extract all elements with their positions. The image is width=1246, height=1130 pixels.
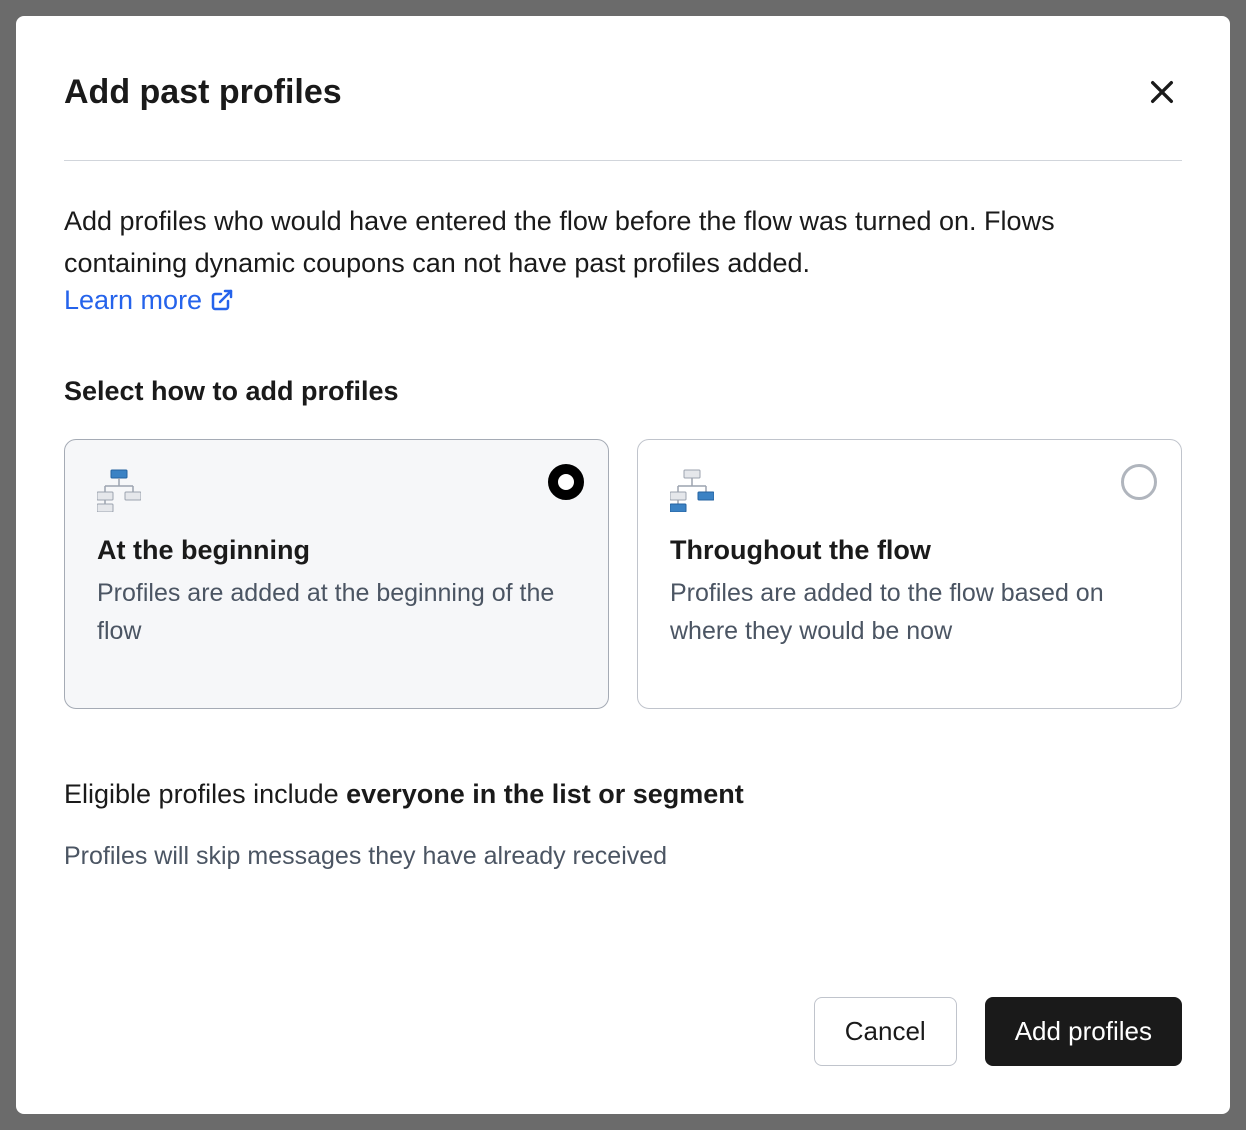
modal-title: Add past profiles (64, 73, 342, 112)
options-grid: At the beginning Profiles are added at t… (64, 439, 1182, 709)
option-throughout-flow[interactable]: Throughout the flow Profiles are added t… (637, 439, 1182, 709)
skip-note: Profiles will skip messages they have al… (64, 842, 1182, 871)
option-description: Profiles are added at the beginning of t… (97, 574, 576, 652)
modal-header: Add past profiles (64, 72, 1182, 161)
add-past-profiles-modal: Add past profiles Add profiles who would… (16, 16, 1230, 1114)
cancel-button[interactable]: Cancel (814, 997, 957, 1066)
external-link-icon (210, 288, 234, 312)
add-profiles-button[interactable]: Add profiles (985, 997, 1182, 1066)
learn-more-label: Learn more (64, 285, 202, 316)
learn-more-link[interactable]: Learn more (64, 285, 234, 316)
modal-body: Add profiles who would have entered the … (64, 161, 1182, 997)
flow-throughout-icon (670, 468, 714, 512)
close-button[interactable] (1142, 72, 1182, 112)
modal-description: Add profiles who would have entered the … (64, 201, 1182, 285)
flow-beginning-icon (97, 468, 141, 512)
eligible-prefix: Eligible profiles include (64, 779, 346, 809)
option-title: At the beginning (97, 535, 576, 566)
option-title: Throughout the flow (670, 535, 1149, 566)
close-icon (1146, 76, 1178, 108)
radio-unselected (1121, 464, 1157, 500)
radio-selected (548, 464, 584, 500)
eligible-profiles-text: Eligible profiles include everyone in th… (64, 779, 1182, 810)
option-description: Profiles are added to the flow based on … (670, 574, 1149, 652)
modal-footer: Cancel Add profiles (64, 997, 1182, 1066)
select-method-heading: Select how to add profiles (64, 376, 1182, 407)
option-at-beginning[interactable]: At the beginning Profiles are added at t… (64, 439, 609, 709)
eligible-bold: everyone in the list or segment (346, 779, 744, 809)
